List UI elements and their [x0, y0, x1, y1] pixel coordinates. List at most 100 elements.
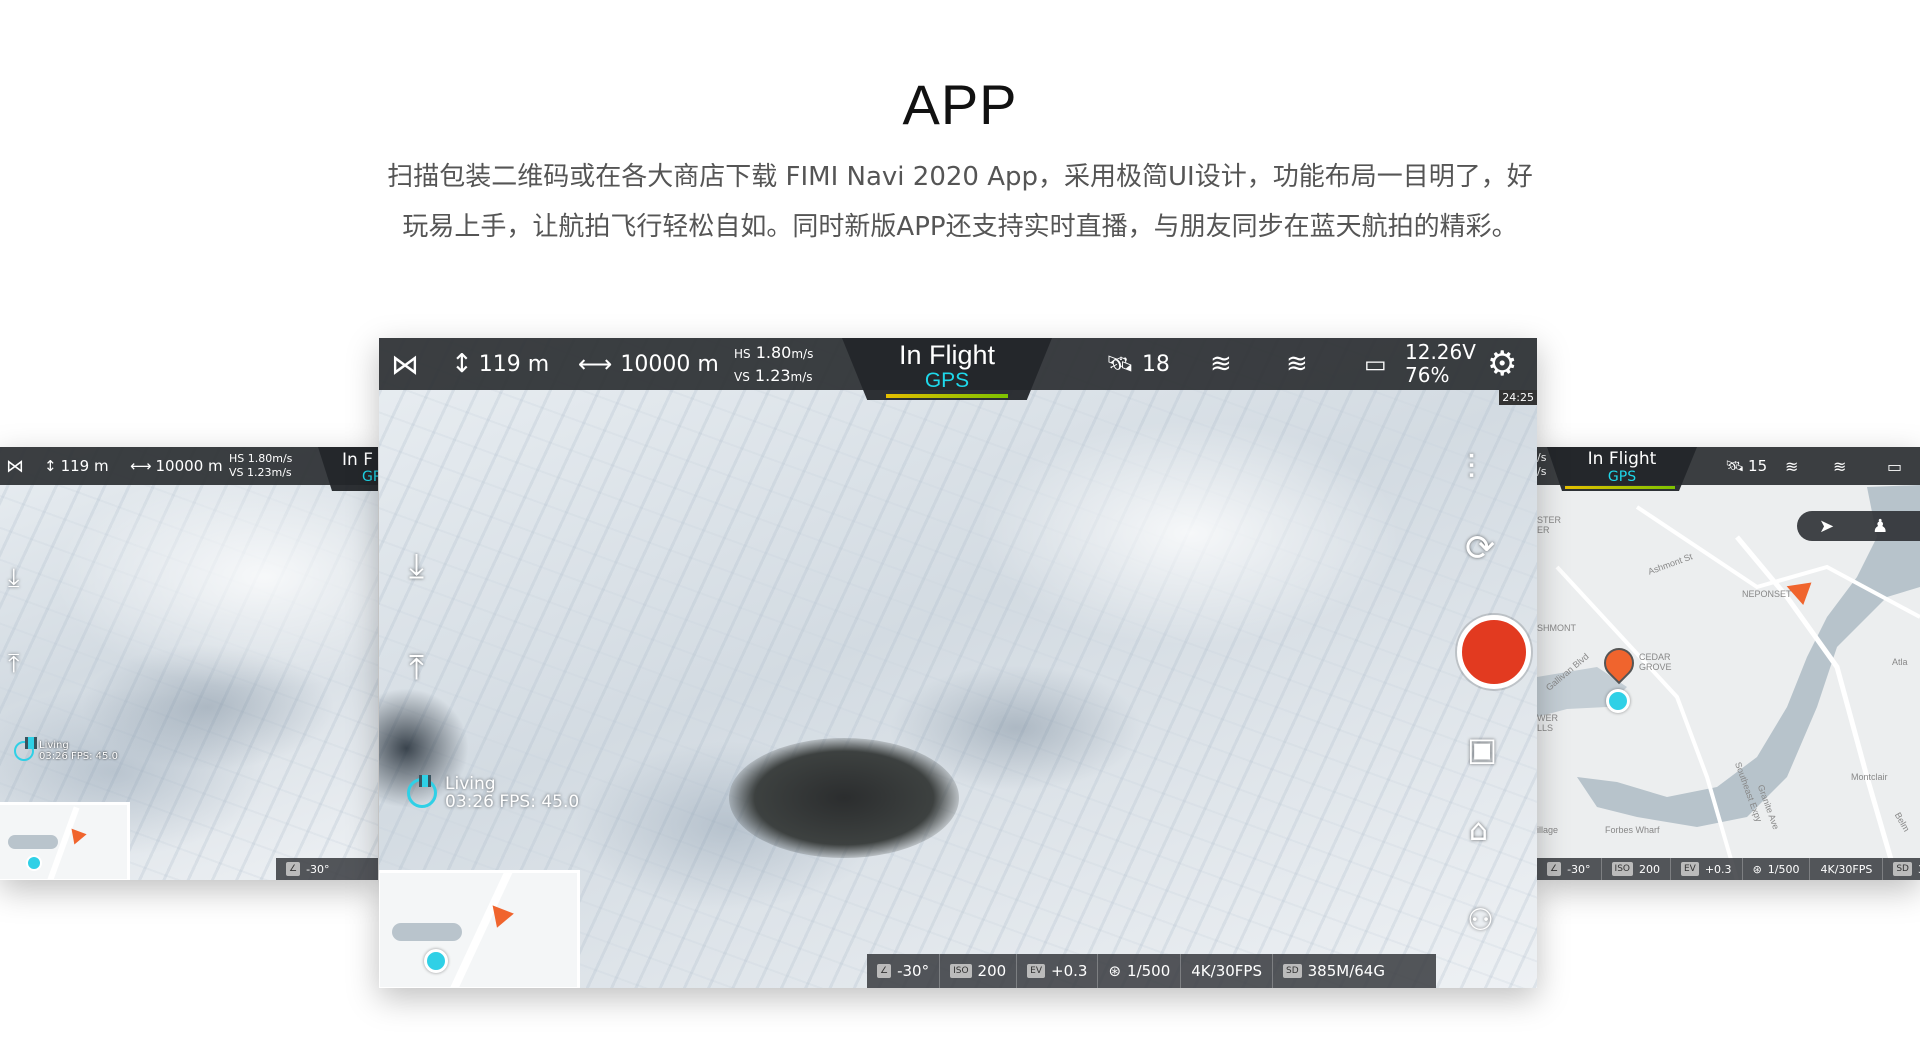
altitude-icon: ↕ [451, 349, 473, 379]
gimbal-angle-icon: ∠ [286, 862, 301, 876]
gallery-icon[interactable]: ▣ [1467, 730, 1497, 768]
left-gimbal-angle[interactable]: ∠ -30° [276, 858, 340, 880]
gimbal-angle-icon: ∠ [1547, 862, 1562, 876]
takeoff-icon[interactable]: ⤓ [8, 563, 20, 594]
rc-signal-icon: ≋ [1785, 456, 1799, 476]
vs-label: VS [734, 370, 750, 384]
rock-outcrop [729, 738, 959, 858]
home-point-icon [26, 855, 42, 871]
main-minimap[interactable] [379, 870, 580, 988]
person-follow-icon[interactable]: ♟ [1872, 516, 1888, 537]
battery-percent: 76% [1405, 363, 1450, 387]
right-resolution-value: 4K/30FPS [1820, 862, 1873, 876]
right-gps-count: 15 [1748, 457, 1768, 475]
battery-voltage: 12.26V [1405, 340, 1476, 364]
map-label: illage [1537, 825, 1559, 835]
speed-readout: HS 1.80m/s VS 1.23m/s [734, 342, 813, 388]
flight-status: In Flight [898, 340, 996, 370]
left-topbar: ⋈ ↕ 119 m ⟷ 10000 m HS 1.80m/s VS 1.23m/s … [0, 447, 378, 491]
right-iso-value: 200 [1639, 862, 1660, 876]
takeoff-icon[interactable]: ⤓ [409, 546, 424, 586]
left-hs-value: 1.80m/s [247, 452, 293, 465]
record-button[interactable] [1457, 615, 1531, 689]
map-mode-switch[interactable]: ➤ ♟ [1797, 511, 1920, 541]
shutter-icon: ⊛ [1108, 962, 1122, 980]
right-flight-status-box: In Flight GPS [1547, 447, 1697, 491]
map-label: WER LLS [1537, 713, 1558, 733]
fimi-logo-icon[interactable]: ⋈ [6, 447, 24, 485]
satellite-icon: 🛰 [1106, 351, 1134, 377]
shutter-value: 1/500 [1127, 962, 1171, 980]
left-flight-status: In F [342, 450, 373, 470]
ev-setting[interactable]: EV +0.3 [1016, 954, 1097, 988]
map-label: Montclair [1851, 772, 1888, 782]
iso-setting[interactable]: ISO 200 [939, 954, 1016, 988]
map-label: SHMONT [1537, 623, 1576, 633]
live-label: Living [445, 774, 496, 794]
image-signal-icon: ≋ [1833, 456, 1847, 476]
altitude-icon: ↕ [44, 457, 57, 475]
left-app-screen: ⋈ ↕ 119 m ⟷ 10000 m HS 1.80m/s VS 1.23m/s … [0, 447, 378, 880]
home-point-icon [424, 949, 448, 973]
live-power-icon[interactable] [407, 775, 437, 808]
gimbal-angle-value: -30° [897, 962, 930, 980]
live-status: Living 03:26 FPS: 45.0 [407, 775, 579, 811]
landing-icon[interactable]: ⤒ [409, 648, 424, 688]
main-bottombar: ∠ -30° ISO 200 EV +0.3 ⊛ 1/500 4K/30FPS SD 38… [867, 954, 1436, 988]
altitude-readout: ↕ 119 m [451, 338, 549, 390]
shutter-icon: ⊛ [1752, 862, 1762, 876]
gimbal-angle-icon: ∠ [877, 964, 892, 978]
flight-time: 24:25 [1499, 390, 1537, 405]
storage-value: 385M/64G [1307, 962, 1385, 980]
live-power-icon[interactable] [14, 737, 37, 761]
right-ev[interactable]: EV +0.3 [1670, 858, 1742, 880]
shutter-setting[interactable]: ⊛ 1/500 [1097, 954, 1180, 988]
right-vs-partial: /s [1537, 465, 1547, 478]
ev-icon: EV [1027, 964, 1046, 978]
ev-value: +0.3 [1051, 962, 1088, 980]
map-label: STER ER [1537, 515, 1562, 535]
left-live-label: Living [39, 740, 69, 751]
left-flight-mode: GP [362, 469, 378, 485]
left-vs-label: VS [229, 466, 244, 479]
ev-icon: EV [1681, 862, 1699, 876]
right-storage[interactable]: SD385 [1882, 858, 1920, 880]
landing-icon[interactable]: ⤒ [8, 649, 20, 680]
settings-icon[interactable]: ⚙ [1487, 338, 1517, 390]
map-label: Atla [1892, 657, 1908, 667]
right-speed: /s /s [1537, 451, 1546, 479]
resolution-setting[interactable]: 4K/30FPS [1180, 954, 1272, 988]
right-gimbal-value: -30° [1567, 862, 1591, 876]
adjust-sliders-icon[interactable]: ⫶ [1467, 448, 1476, 488]
battery-icon: ▭ [1887, 456, 1903, 476]
page-title: APP [902, 73, 1018, 136]
left-distance-value: 10000 m [155, 457, 223, 475]
left-altitude-value: 119 m [60, 457, 109, 475]
gps-count: 18 [1141, 351, 1170, 377]
right-iso[interactable]: ISO 200 [1600, 858, 1670, 880]
sd-card-icon: SD [1893, 862, 1912, 876]
drone-camera-icon[interactable]: ⚇ [1467, 903, 1494, 938]
left-live-status: Living 03:26 FPS: 45.0 [14, 737, 118, 762]
navigation-arrow-icon[interactable]: ➤ [1819, 516, 1834, 537]
rc-signal-icon: ≋ [1210, 349, 1232, 379]
altitude-value: 119 m [478, 351, 550, 377]
main-app-screen: ⋈ ↕ 119 m ⟷ 10000 m HS 1.80m/s VS 1.23m/… [379, 338, 1537, 988]
fimi-logo-icon[interactable]: ⋈ [391, 338, 419, 390]
left-minimap[interactable] [0, 802, 130, 880]
live-stats: 03:26 FPS: 45.0 [445, 792, 580, 812]
left-live-stats: 03:26 FPS: 45.0 [39, 751, 118, 762]
distance-readout: ⟷ 10000 m [578, 338, 719, 390]
camera-switch-icon[interactable]: ⟳ [1465, 528, 1495, 569]
page-description-line1: 扫描包装二维码或在各大商店下载 FIMI Navi 2020 App，采用极简U… [387, 162, 1533, 192]
right-shutter[interactable]: ⊛ 1/500 [1741, 858, 1810, 880]
gimbal-icon[interactable]: ⌂ [1469, 813, 1488, 848]
right-hs-partial: /s [1537, 451, 1547, 464]
user-location-icon [1606, 689, 1630, 713]
storage-status[interactable]: SD 385M/64G [1271, 954, 1395, 988]
flight-mode: GPS [924, 369, 970, 392]
gimbal-angle[interactable]: ∠ -30° [867, 954, 939, 988]
satellite-icon: 🛰 [1725, 457, 1745, 475]
right-resolution[interactable]: 4K/30FPS [1809, 858, 1882, 880]
right-gimbal-angle[interactable]: ∠ -30° [1537, 858, 1601, 880]
